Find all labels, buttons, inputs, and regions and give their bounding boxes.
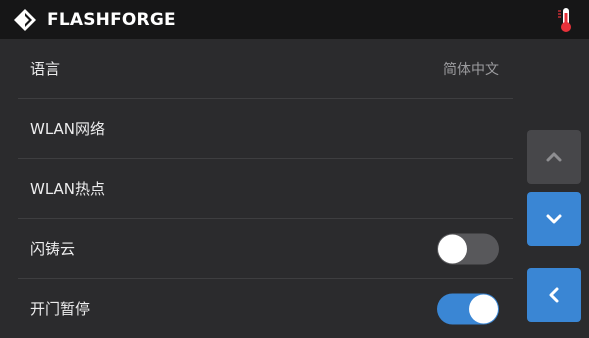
chevron-left-icon [549, 287, 559, 303]
setting-value-language: 简体中文 [443, 61, 499, 78]
flashcloud-toggle[interactable] [437, 233, 499, 264]
setting-row-language[interactable]: 语言 简体中文 [18, 39, 513, 99]
brand-name: FLASHFORGE [47, 10, 176, 30]
flashforge-diamond-logo-icon [14, 9, 36, 31]
setting-row-wlan-network[interactable]: WLAN网络 [18, 99, 513, 159]
thermometer-icon[interactable] [557, 7, 575, 33]
chevron-up-icon [546, 152, 562, 162]
top-bar: FLASHFORGE [0, 0, 589, 39]
setting-row-flashcloud: 闪铸云 [18, 219, 513, 279]
chevron-down-icon [546, 214, 562, 224]
scroll-up-button[interactable] [527, 130, 581, 184]
scroll-down-button[interactable] [527, 192, 581, 246]
toggle-knob [438, 234, 467, 263]
setting-label: WLAN网络 [30, 120, 106, 138]
setting-label: 语言 [30, 60, 61, 78]
setting-label: 开门暂停 [30, 300, 91, 318]
toggle-knob [469, 294, 498, 323]
setting-label: 闪铸云 [30, 240, 76, 258]
door-pause-toggle[interactable] [437, 293, 499, 324]
back-button[interactable] [527, 268, 581, 322]
settings-list: 语言 简体中文 WLAN网络 WLAN热点 闪铸云 开门暂停 [18, 39, 513, 335]
setting-label: WLAN热点 [30, 180, 106, 198]
brand: FLASHFORGE [13, 8, 176, 32]
setting-row-door-pause: 开门暂停 [18, 279, 513, 338]
setting-row-wlan-hotspot[interactable]: WLAN热点 [18, 159, 513, 219]
